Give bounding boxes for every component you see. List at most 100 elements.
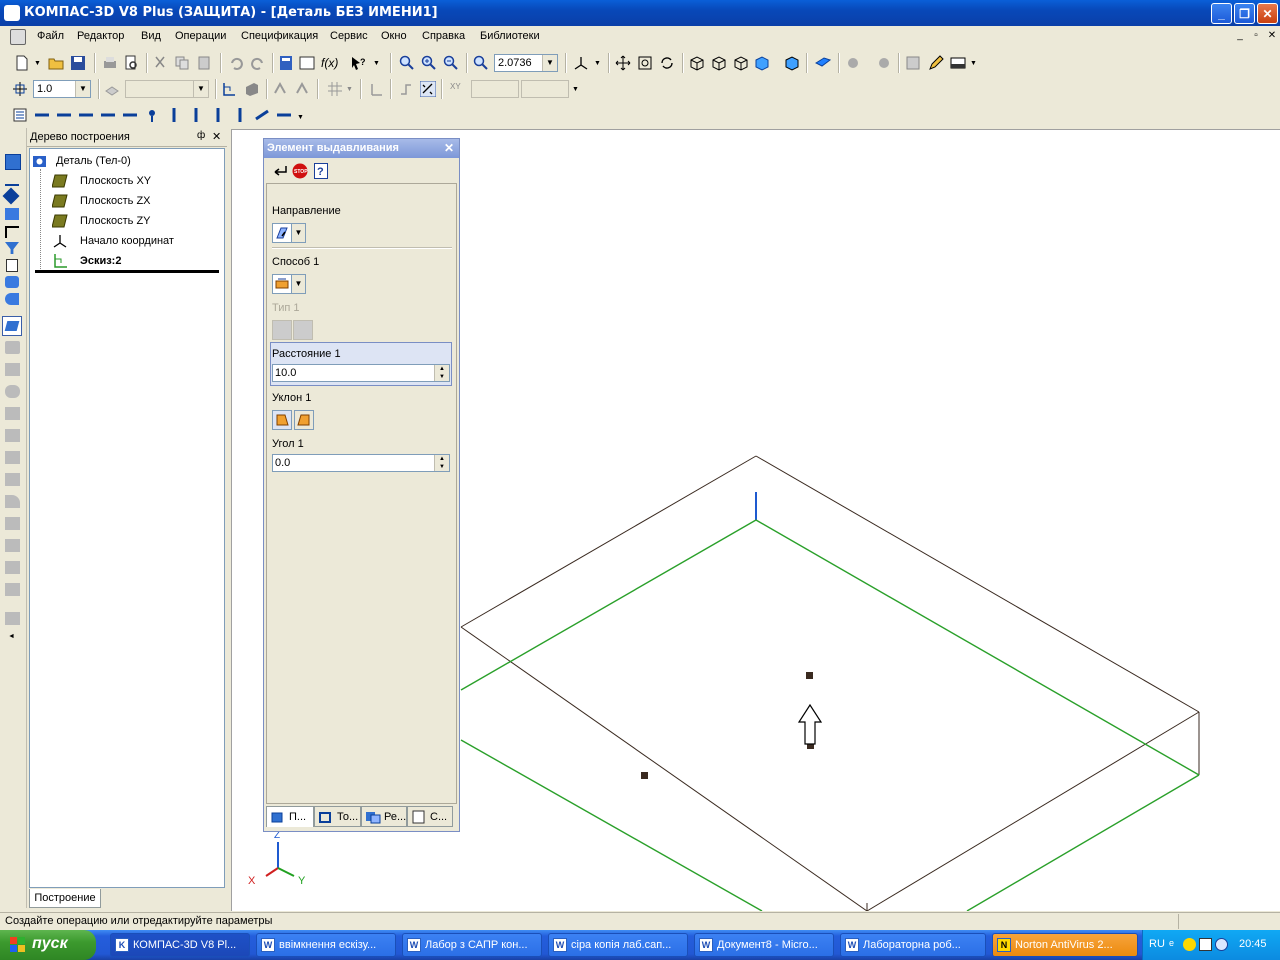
document-icon[interactable]: [10, 29, 26, 45]
specification-panel-icon[interactable]: [6, 259, 18, 272]
language-indicator[interactable]: RU: [1149, 938, 1165, 950]
filter-k-icon[interactable]: [276, 107, 292, 123]
chevron-down-icon[interactable]: ▼: [75, 81, 90, 97]
menu-window[interactable]: Окно: [381, 30, 407, 42]
filter-a-icon[interactable]: [34, 107, 50, 123]
draft-inward-button[interactable]: [294, 410, 314, 430]
hidden-lines-icon[interactable]: [711, 55, 727, 71]
type-outside-button[interactable]: [272, 320, 292, 340]
cut-rotate-tool-icon[interactable]: [5, 429, 20, 442]
filter-i-icon[interactable]: [232, 107, 248, 123]
print-icon[interactable]: [102, 55, 118, 71]
cut-loft-tool-icon[interactable]: [5, 473, 20, 486]
y-coordinate-field[interactable]: [521, 80, 569, 98]
mdi-minimize-icon[interactable]: _: [1233, 29, 1247, 43]
layer-combo[interactable]: ▼: [125, 80, 209, 98]
filter-b-icon[interactable]: [56, 107, 72, 123]
chevron-down-icon[interactable]: ▼: [193, 81, 208, 97]
task-word-3[interactable]: Wсіра копія лаб.сап...: [548, 933, 688, 957]
grid-dropdown-icon[interactable]: ▼: [346, 86, 353, 93]
shell-tool-icon[interactable]: [5, 561, 20, 574]
filter-d-icon[interactable]: [100, 107, 116, 123]
shaded-view-icon[interactable]: [754, 55, 770, 71]
sketch-icon[interactable]: [221, 81, 237, 97]
direction-dropdown[interactable]: ▼: [292, 223, 306, 243]
edge-handle[interactable]: [641, 772, 648, 779]
copy-icon[interactable]: [174, 55, 190, 71]
mdi-close-icon[interactable]: ✕: [1265, 29, 1279, 43]
menu-specification[interactable]: Спецификация: [241, 30, 318, 42]
tab-results[interactable]: Ре...: [361, 806, 407, 827]
draft-outward-button[interactable]: [272, 410, 292, 430]
tab-properties[interactable]: С...: [407, 806, 453, 827]
task-word-4[interactable]: W Документ8 - Micro...: [694, 933, 834, 957]
rib-tool-icon[interactable]: [5, 539, 20, 552]
print-preview-icon[interactable]: [123, 55, 139, 71]
start-button[interactable]: пуск: [0, 930, 96, 960]
save-icon[interactable]: [70, 55, 86, 71]
hidden-thin-icon[interactable]: [733, 55, 749, 71]
local-cs-icon[interactable]: [368, 81, 384, 97]
filter-c-icon[interactable]: [78, 107, 94, 123]
pan-icon[interactable]: [615, 55, 631, 71]
loft-tool-icon[interactable]: [5, 385, 20, 398]
filter-h-icon[interactable]: [210, 107, 226, 123]
close-icon[interactable]: ✕: [212, 130, 221, 143]
properties-icon[interactable]: [905, 55, 921, 71]
angle-spinner[interactable]: ▲ ▼: [434, 455, 449, 471]
help-dropdown-icon[interactable]: ▼: [373, 60, 380, 67]
solid-icon[interactable]: [244, 81, 260, 97]
new-file-icon[interactable]: [14, 55, 30, 71]
language-expand-icon[interactable]: е: [1169, 938, 1174, 948]
kompas-app-icon[interactable]: [4, 5, 20, 21]
wireframe-view-icon[interactable]: [689, 55, 705, 71]
coordinates-icon[interactable]: XY: [449, 81, 465, 97]
perspective-icon[interactable]: [815, 55, 831, 71]
snap-local-icon[interactable]: [294, 81, 310, 97]
task-word-1[interactable]: Wввімкнення ескізу...: [256, 933, 396, 957]
chevron-down-icon[interactable]: ◄: [8, 633, 15, 640]
method-button[interactable]: [272, 274, 292, 294]
open-folder-icon[interactable]: [48, 55, 64, 71]
rotate-tool-icon[interactable]: [5, 341, 20, 354]
grid-icon[interactable]: [327, 81, 343, 97]
step-combo[interactable]: 1.0 ▼: [33, 80, 91, 98]
help-icon[interactable]: ?: [314, 163, 328, 179]
arrays-panel-icon[interactable]: [5, 208, 19, 220]
surfaces-panel-icon[interactable]: [2, 187, 20, 205]
chevron-down-icon[interactable]: ▼: [542, 55, 557, 71]
function-icon[interactable]: f(x): [321, 56, 338, 70]
orientation-dropdown-icon[interactable]: ▼: [594, 60, 601, 67]
zoom-combo[interactable]: 2.0736 ▼: [494, 54, 558, 72]
mdi-restore-icon[interactable]: ▫: [1249, 29, 1263, 43]
close-button[interactable]: ✕: [1257, 3, 1278, 24]
tab-build[interactable]: Построение: [29, 889, 101, 908]
menu-help[interactable]: Справка: [422, 30, 465, 42]
shaded-edges-icon[interactable]: [784, 55, 800, 71]
create-object-icon[interactable]: [272, 164, 288, 178]
tray-norton-icon[interactable]: [1183, 938, 1196, 951]
cursor-step-icon[interactable]: [12, 81, 28, 97]
method-dropdown[interactable]: ▼: [292, 274, 306, 294]
snap-icon[interactable]: [272, 81, 288, 97]
zoom-scale-icon[interactable]: [473, 55, 489, 71]
angle-input[interactable]: 0.0 ▲ ▼: [272, 454, 450, 472]
kinematic-tool-icon[interactable]: [5, 363, 20, 376]
zoom-out-icon[interactable]: [443, 55, 459, 71]
tray-network-icon[interactable]: [1199, 938, 1212, 951]
task-norton[interactable]: N Norton AntiVirus 2...: [992, 933, 1138, 957]
pin-icon[interactable]: ф: [197, 130, 205, 141]
zoom-icon[interactable]: [399, 55, 415, 71]
direction-button[interactable]: [272, 223, 292, 243]
menu-edit[interactable]: Редактор: [77, 30, 124, 42]
filter-e-icon[interactable]: [122, 107, 138, 123]
panel-dropdown-icon[interactable]: ▼: [970, 60, 977, 67]
layer-icon[interactable]: [104, 81, 120, 97]
assembly-icon[interactable]: [846, 55, 862, 71]
cut-kinematic-tool-icon[interactable]: [5, 451, 20, 464]
filter-list-icon[interactable]: [12, 107, 28, 123]
undo-icon[interactable]: [228, 55, 244, 71]
orientation-icon[interactable]: [573, 55, 589, 71]
rotate-icon[interactable]: [659, 55, 675, 71]
task-word-2[interactable]: W Лабор з САПР кон...: [402, 933, 542, 957]
